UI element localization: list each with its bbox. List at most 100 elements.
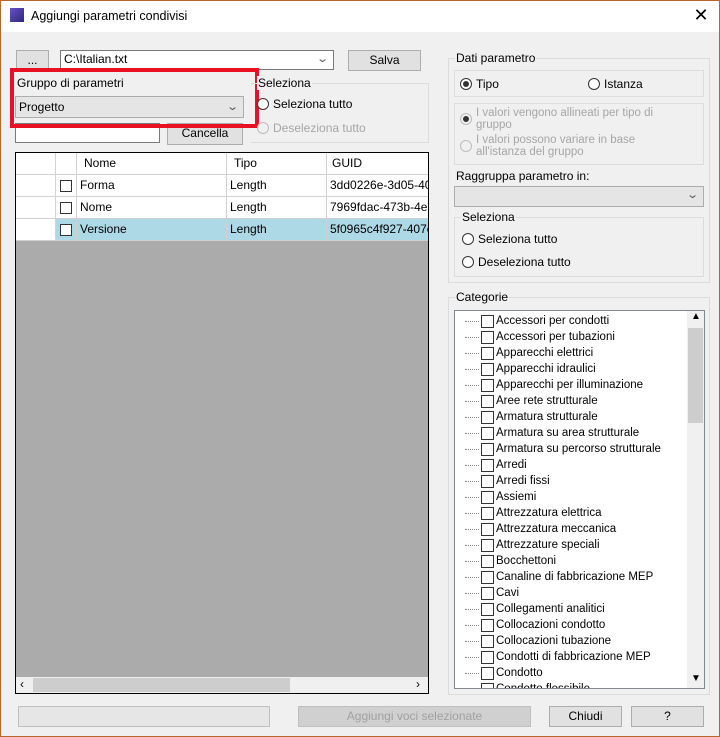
category-checkbox[interactable]: [481, 346, 494, 360]
category-checkbox[interactable]: [481, 314, 494, 328]
select-all-radio[interactable]: Seleziona tutto: [257, 97, 352, 111]
cell-guid[interactable]: 3dd0226e-3d05-402a: [327, 175, 428, 197]
row-checkbox[interactable]: [56, 175, 77, 197]
category-checkbox[interactable]: [481, 506, 494, 520]
category-item[interactable]: Apparecchi elettrici: [465, 345, 593, 361]
category-item[interactable]: Aree rete strutturale: [465, 393, 598, 409]
category-checkbox[interactable]: [481, 330, 494, 344]
param-data-label: Dati parametro: [455, 51, 537, 65]
category-label: Condotto: [496, 667, 543, 679]
category-checkbox[interactable]: [481, 378, 494, 392]
category-label: Condotto flessibile: [496, 683, 590, 689]
file-path-combo[interactable]: C:\Italian.txt ⌄: [60, 50, 334, 70]
scroll-down-icon[interactable]: ▼: [691, 673, 701, 684]
parameters-grid[interactable]: Nome Tipo GUID Forma Length 3dd0226e-3d0…: [15, 152, 429, 694]
category-checkbox[interactable]: [481, 602, 494, 616]
category-checkbox[interactable]: [481, 666, 494, 680]
category-item[interactable]: Assiemi: [465, 489, 536, 505]
category-checkbox[interactable]: [481, 442, 494, 456]
category-item[interactable]: Accessori per condotti: [465, 313, 609, 329]
radio-icon: [588, 78, 600, 90]
vary-radio: I valori possono variare in base all'ist…: [460, 134, 660, 158]
category-item[interactable]: Attrezzature speciali: [465, 537, 600, 553]
category-item[interactable]: Attrezzatura meccanica: [465, 521, 616, 537]
deselect-all-radio[interactable]: Deseleziona tutto: [462, 255, 571, 269]
category-item[interactable]: Armatura su percorso strutturale: [465, 441, 661, 457]
scroll-thumb[interactable]: [688, 328, 703, 423]
category-checkbox[interactable]: [481, 586, 494, 600]
category-checkbox[interactable]: [481, 394, 494, 408]
cell-name[interactable]: Forma: [77, 175, 227, 197]
title-bar[interactable]: Aggiungi parametri condivisi ✕: [1, 1, 719, 32]
category-checkbox[interactable]: [481, 522, 494, 536]
category-checkbox[interactable]: [481, 538, 494, 552]
header-tipo[interactable]: Tipo: [227, 153, 327, 175]
scroll-right-icon[interactable]: ›: [416, 677, 420, 691]
scroll-up-icon[interactable]: ▲: [691, 311, 701, 322]
table-row[interactable]: Forma Length 3dd0226e-3d05-402a: [16, 175, 428, 197]
category-item[interactable]: Bocchettoni: [465, 553, 556, 569]
cell-guid[interactable]: 7969fdac-473b-4e59: [327, 197, 428, 219]
category-checkbox[interactable]: [481, 458, 494, 472]
category-item[interactable]: Armatura su area strutturale: [465, 425, 639, 441]
category-checkbox[interactable]: [481, 490, 494, 504]
table-row-selected[interactable]: Versione Length 5f0965c4f927-407e-: [16, 219, 428, 241]
close-button[interactable]: Chiudi: [549, 706, 622, 727]
header-guid[interactable]: GUID: [327, 153, 428, 175]
row-header[interactable]: [16, 197, 56, 219]
cell-guid[interactable]: 5f0965c4f927-407e-: [327, 219, 428, 241]
category-item[interactable]: Cavi: [465, 585, 519, 601]
table-row[interactable]: Nome Length 7969fdac-473b-4e59: [16, 197, 428, 219]
category-item[interactable]: Collocazioni condotto: [465, 617, 605, 633]
vertical-scrollbar[interactable]: ▲ ▼: [687, 311, 704, 688]
scroll-left-icon[interactable]: ‹: [20, 677, 24, 691]
category-checkbox[interactable]: [481, 570, 494, 584]
help-button[interactable]: ?: [631, 706, 704, 727]
category-checkbox[interactable]: [481, 618, 494, 632]
category-checkbox[interactable]: [481, 426, 494, 440]
row-checkbox[interactable]: [56, 219, 77, 241]
type-radio[interactable]: Tipo: [460, 77, 499, 91]
close-icon[interactable]: ✕: [689, 5, 713, 26]
category-item[interactable]: Collegamenti analitici: [465, 601, 605, 617]
category-checkbox[interactable]: [481, 682, 494, 688]
category-checkbox[interactable]: [481, 634, 494, 648]
category-item[interactable]: Canaline di fabbricazione MEP: [465, 569, 653, 585]
category-item[interactable]: Collocazioni tubazione: [465, 633, 611, 649]
category-item[interactable]: Arredi: [465, 457, 527, 473]
select-all-radio[interactable]: Seleziona tutto: [462, 232, 557, 246]
category-item[interactable]: Apparecchi per illuminazione: [465, 377, 643, 393]
save-button[interactable]: Salva: [348, 50, 421, 71]
category-item[interactable]: Accessori per tubazioni: [465, 329, 615, 345]
category-item[interactable]: Condotto flessibile: [465, 681, 590, 689]
category-item[interactable]: Armatura strutturale: [465, 409, 598, 425]
cell-name[interactable]: Nome: [77, 197, 227, 219]
row-checkbox[interactable]: [56, 197, 77, 219]
horizontal-scrollbar[interactable]: ‹ ›: [16, 677, 428, 693]
cell-type[interactable]: Length: [227, 197, 327, 219]
tree-line: [465, 512, 479, 514]
instance-radio[interactable]: Istanza: [588, 77, 643, 91]
category-item[interactable]: Condotti di fabbricazione MEP: [465, 649, 651, 665]
category-checkbox[interactable]: [481, 474, 494, 488]
category-label: Attrezzatura elettrica: [496, 507, 602, 519]
category-item[interactable]: Arredi fissi: [465, 473, 550, 489]
radio-icon: [460, 78, 472, 90]
category-label: Apparecchi idraulici: [496, 363, 596, 375]
category-checkbox[interactable]: [481, 362, 494, 376]
cell-name[interactable]: Versione: [77, 219, 227, 241]
category-item[interactable]: Condotto: [465, 665, 543, 681]
cell-type[interactable]: Length: [227, 175, 327, 197]
category-checkbox[interactable]: [481, 410, 494, 424]
category-checkbox[interactable]: [481, 554, 494, 568]
row-header[interactable]: [16, 219, 56, 241]
category-checkbox[interactable]: [481, 650, 494, 664]
cell-type[interactable]: Length: [227, 219, 327, 241]
category-item[interactable]: Attrezzatura elettrica: [465, 505, 601, 521]
row-header[interactable]: [16, 175, 56, 197]
header-nome[interactable]: Nome: [77, 153, 227, 175]
categories-list[interactable]: Accessori per condotti Accessori per tuba…: [454, 310, 705, 689]
category-item[interactable]: Apparecchi idraulici: [465, 361, 596, 377]
tree-line: [465, 672, 479, 674]
scroll-thumb[interactable]: [33, 678, 290, 692]
